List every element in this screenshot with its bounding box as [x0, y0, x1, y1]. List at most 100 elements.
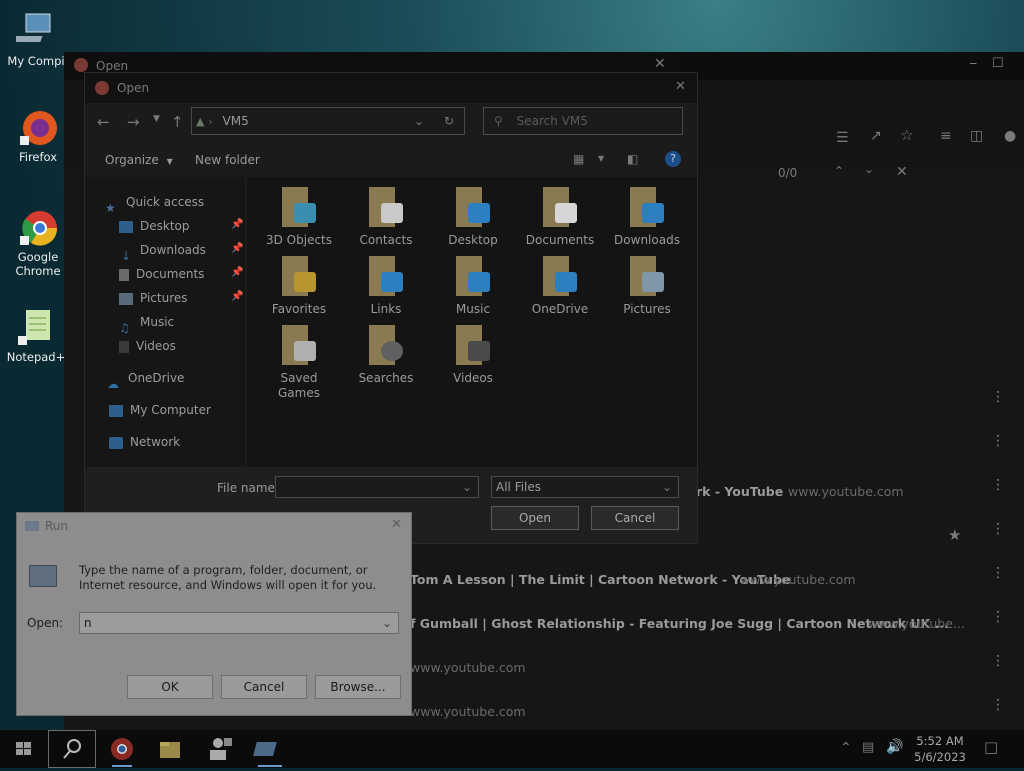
folder-links[interactable]: Links [346, 256, 426, 317]
folder-desktop[interactable]: Desktop [433, 187, 513, 248]
chevron-down-icon[interactable]: ▼ [598, 154, 604, 163]
desktop-icon-chrome[interactable]: Google Chrome [6, 206, 70, 278]
nav-videos[interactable]: Videos [119, 335, 176, 357]
address-bar[interactable]: ▲ › VM5 ⌄ ↻ [191, 107, 465, 135]
notifications-icon[interactable]: □ [984, 738, 998, 756]
cancel-button[interactable]: Cancel [591, 506, 679, 530]
clock[interactable]: 5:52 AM 5/6/2023 [910, 733, 970, 765]
folder-music[interactable]: Music [433, 256, 513, 317]
taskbar-chrome[interactable] [98, 730, 146, 768]
cloud-icon: ☁ [107, 376, 119, 391]
folder-favorites[interactable]: Favorites [259, 256, 339, 317]
start-button[interactable] [0, 730, 48, 768]
chevron-down-icon[interactable]: ⌄ [462, 477, 472, 497]
close-icon[interactable]: ✕ [675, 79, 686, 94]
new-folder-button[interactable]: New folder [195, 153, 260, 167]
pin-icon[interactable]: 📌 [231, 291, 243, 302]
file-name-input[interactable]: ⌄ [275, 476, 479, 498]
folder-icon [282, 256, 316, 296]
firefox-icon [18, 106, 58, 146]
file-list: 3D Objects Contacts Desktop Documents Do… [247, 177, 697, 467]
pin-icon[interactable]: 📌 [231, 267, 243, 278]
refresh-icon[interactable]: ↻ [444, 108, 454, 134]
find-close-icon[interactable]: ✕ [896, 164, 908, 180]
search-button[interactable] [48, 730, 96, 768]
taskbar-users[interactable] [196, 730, 244, 768]
chrome-icon [111, 738, 133, 767]
taskbar-run[interactable] [246, 730, 294, 768]
nav-music[interactable]: ♫ Music [119, 311, 174, 335]
folder-icon [282, 187, 316, 227]
cancel-button[interactable]: Cancel [221, 675, 307, 699]
folder-pictures[interactable]: Pictures [607, 256, 687, 317]
browse-button[interactable]: Browse... [315, 675, 401, 699]
more-icon[interactable]: ⋮ [991, 434, 1005, 448]
side-panel-icon[interactable]: ◫ [970, 128, 983, 144]
recent-locations-icon[interactable]: ▼ [153, 114, 160, 124]
open-file-dialog: Open ✕ ← → ▼ ↑ ▲ › VM5 ⌄ ↻ ⚲ Search VM5 … [84, 72, 698, 544]
folder-searches[interactable]: Searches [346, 325, 426, 386]
folder-label: Contacts [359, 233, 413, 247]
show-hidden-icons[interactable]: ⌃ [840, 740, 852, 756]
more-icon[interactable]: ⋮ [991, 566, 1005, 580]
close-icon[interactable]: ✕ [391, 517, 402, 532]
nav-my-computer[interactable]: My Computer [109, 399, 211, 421]
more-icon[interactable]: ⋮ [991, 478, 1005, 492]
nav-network[interactable]: Network [109, 431, 180, 453]
more-icon[interactable]: ⋮ [991, 698, 1005, 712]
back-icon[interactable]: ← [97, 113, 110, 131]
nav-documents[interactable]: Documents [119, 263, 204, 285]
nav-onedrive[interactable]: ☁ OneDrive [107, 367, 184, 391]
chevron-down-icon[interactable]: ⌄ [414, 108, 424, 134]
preview-pane-icon[interactable]: ◧ [627, 152, 638, 166]
user-icon [210, 738, 232, 760]
run-open-input[interactable]: n ⌄ [79, 612, 399, 634]
pin-icon[interactable]: 📌 [231, 219, 243, 230]
volume-icon[interactable]: 🔊 [886, 739, 903, 755]
nav-downloads[interactable]: ↓ Downloads [119, 239, 206, 263]
share-icon[interactable]: ↗ [870, 128, 882, 144]
taskbar-file-explorer[interactable] [146, 730, 194, 768]
close-icon[interactable]: ✕ [654, 56, 666, 72]
more-icon[interactable]: ⋮ [991, 610, 1005, 624]
chevron-down-icon[interactable]: ⌄ [662, 477, 672, 497]
notepad-icon [16, 306, 56, 346]
folder-onedrive[interactable]: OneDrive [520, 256, 600, 317]
maximize-icon[interactable]: ☐ [992, 56, 1004, 71]
reading-list-icon[interactable]: ≡ [940, 128, 952, 144]
nav-pictures[interactable]: Pictures [119, 287, 188, 309]
find-prev-icon[interactable]: ⌃ [834, 164, 844, 178]
profile-icon[interactable]: ● [1004, 128, 1016, 144]
folder-downloads[interactable]: Downloads [607, 187, 687, 248]
folder-contacts[interactable]: Contacts [346, 187, 426, 248]
minimize-icon[interactable]: ⎯ [970, 56, 977, 71]
folder-3d-objects[interactable]: 3D Objects [259, 187, 339, 248]
pin-icon[interactable]: 📌 [231, 243, 243, 254]
tab-search-icon[interactable]: ☰ [836, 130, 849, 146]
ok-button[interactable]: OK [127, 675, 213, 699]
open-button[interactable]: Open [491, 506, 579, 530]
chevron-down-icon[interactable]: ⌄ [382, 613, 392, 633]
desktop-icon-firefox[interactable]: Firefox [6, 106, 70, 164]
network-icon[interactable]: ▤ [862, 740, 874, 755]
more-icon[interactable]: ⋮ [991, 654, 1005, 668]
search-input[interactable]: ⚲ Search VM5 [483, 107, 683, 135]
help-icon[interactable]: ? [665, 151, 681, 167]
up-icon[interactable]: ↑ [171, 113, 184, 131]
view-options-icon[interactable]: ▦ [573, 152, 584, 166]
more-icon[interactable]: ⋮ [991, 522, 1005, 536]
find-next-icon[interactable]: ⌄ [864, 162, 874, 176]
bookmark-star-icon[interactable]: ☆ [900, 126, 913, 144]
desktop-icon-my-computer[interactable]: My Compi [4, 10, 68, 68]
folder-videos[interactable]: Videos [433, 325, 513, 386]
more-icon[interactable]: ⋮ [991, 390, 1005, 404]
file-type-select[interactable]: All Files ⌄ [491, 476, 679, 498]
folder-saved-games[interactable]: Saved Games [259, 325, 339, 401]
forward-icon[interactable]: → [127, 113, 140, 131]
desktop-icon-notepad[interactable]: Notepad+ [4, 306, 68, 364]
folder-documents[interactable]: Documents [520, 187, 600, 248]
nav-quick-access[interactable]: ★ Quick access [105, 191, 204, 215]
folder-icon [369, 325, 403, 365]
nav-desktop[interactable]: Desktop [119, 215, 190, 237]
organize-button[interactable]: Organize ▼ [105, 153, 173, 167]
